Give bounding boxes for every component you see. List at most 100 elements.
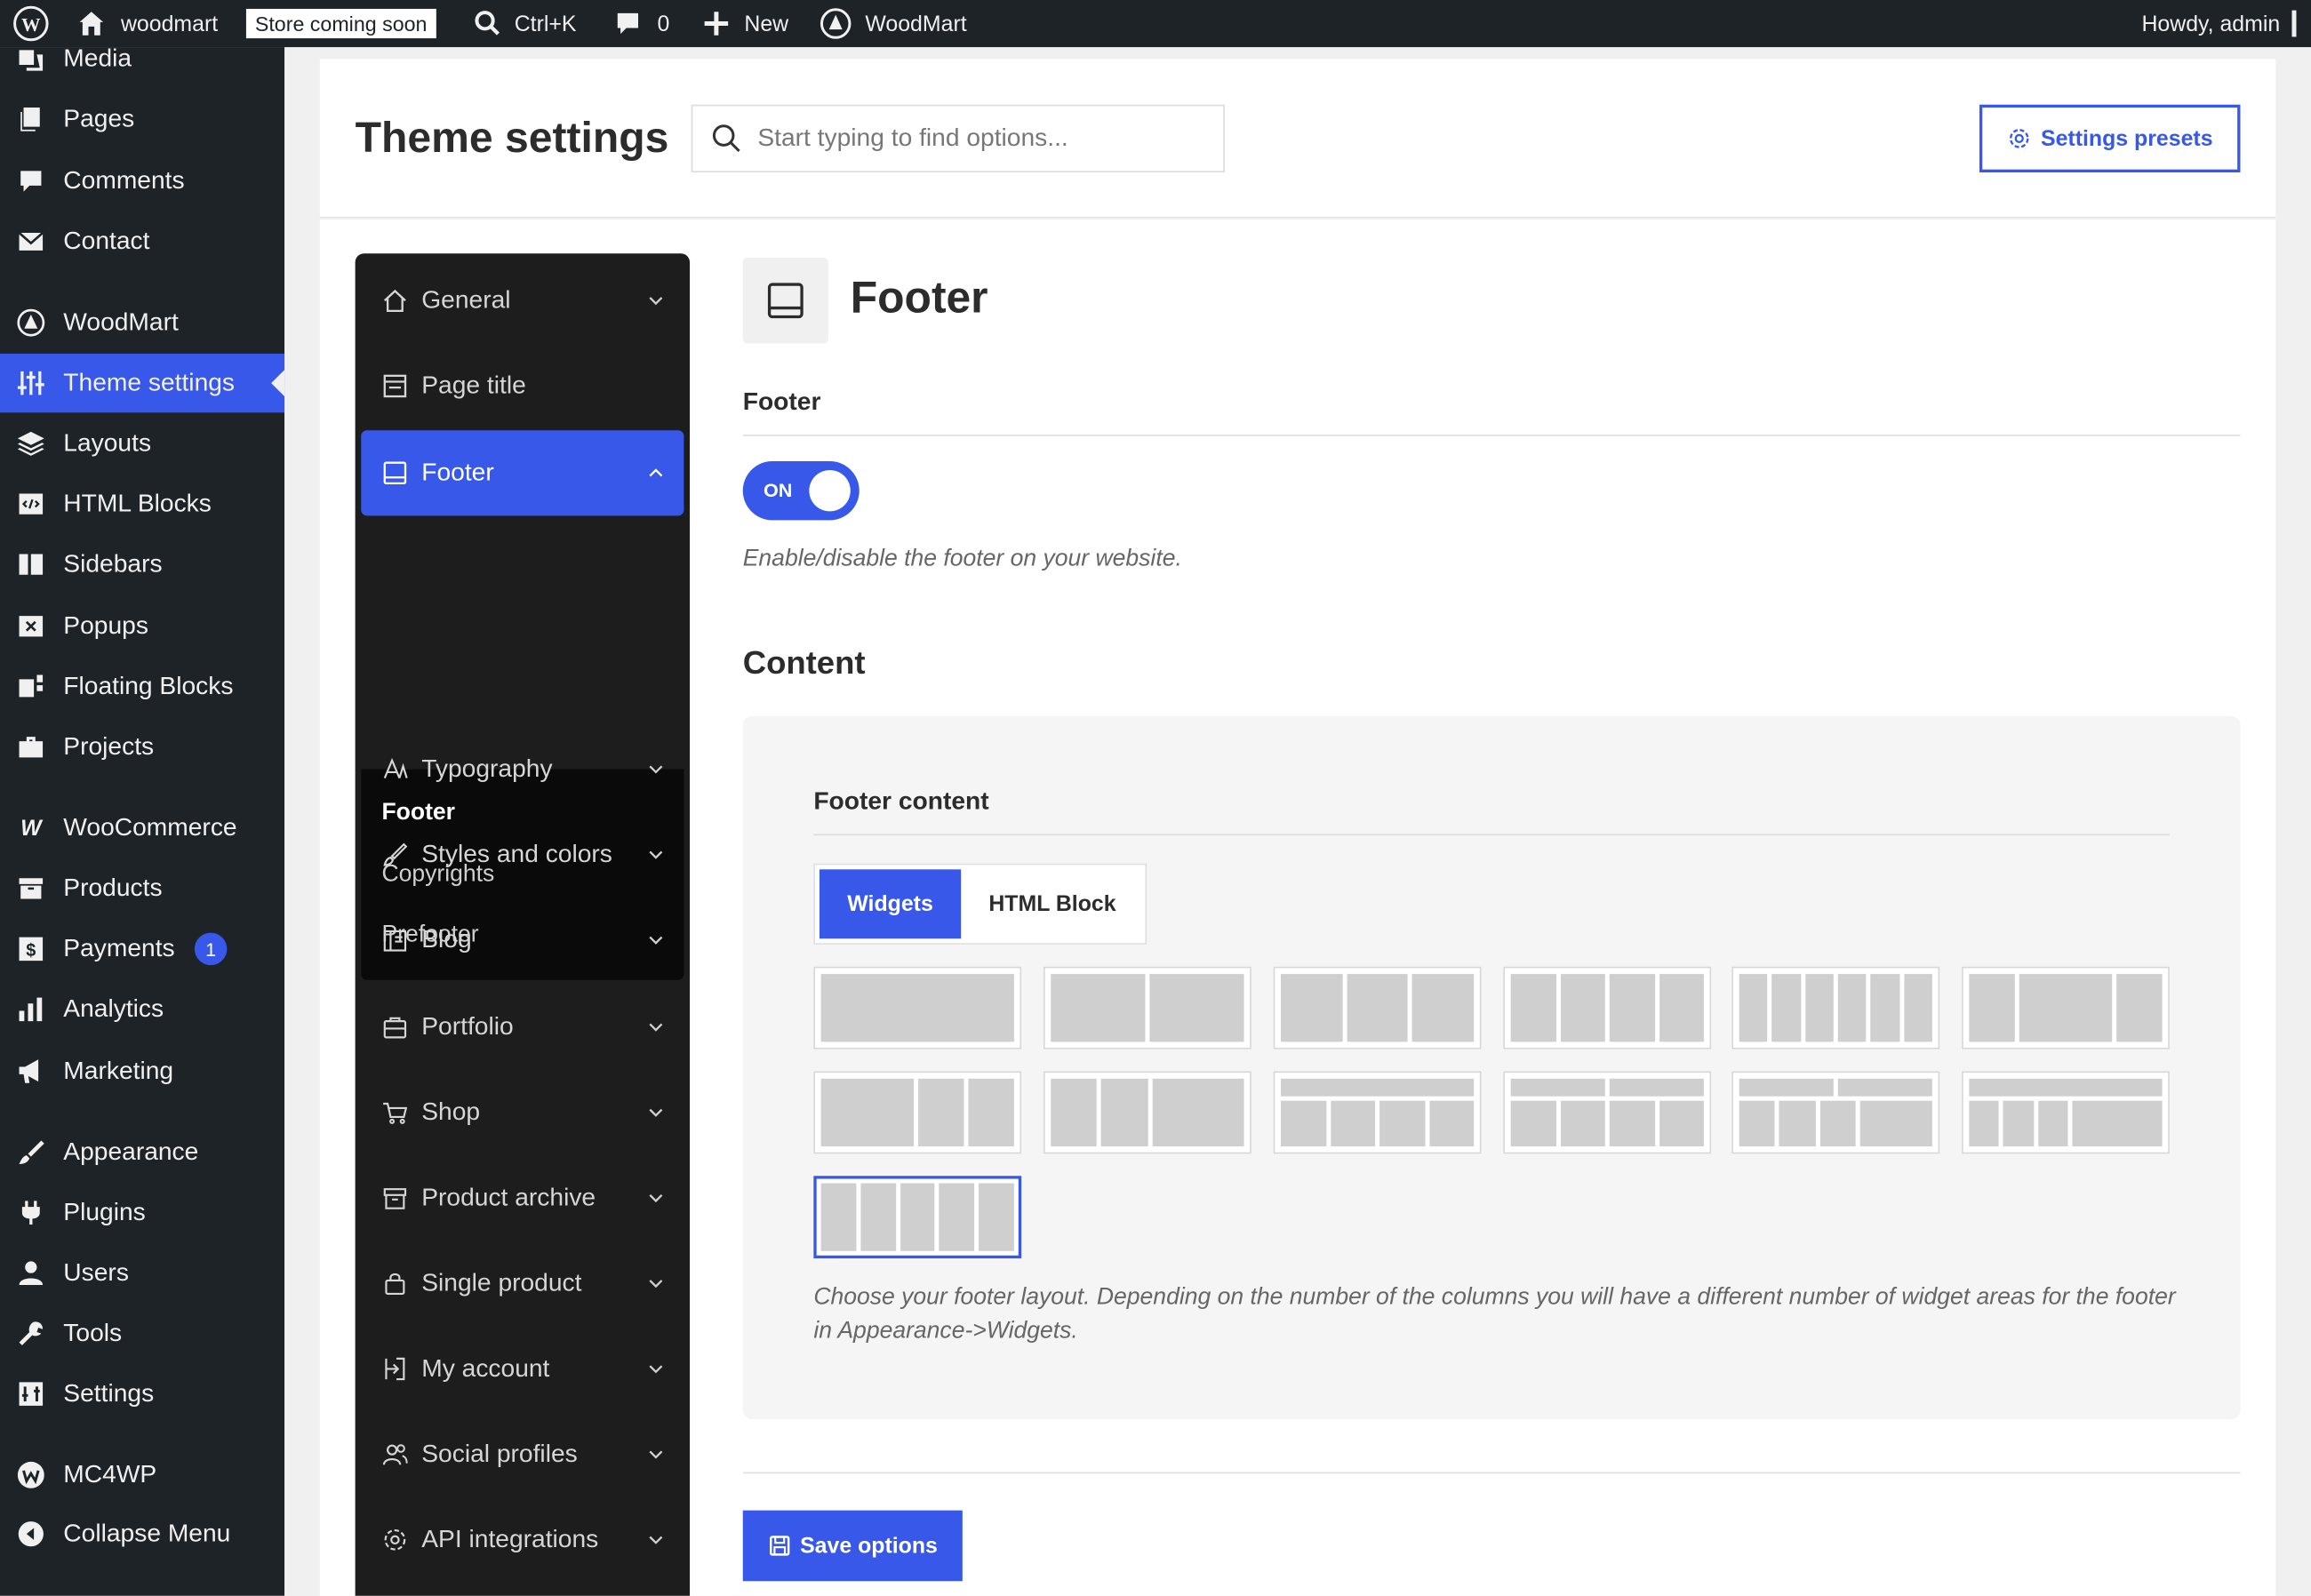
mc4wp-icon <box>15 1460 47 1489</box>
menu-item-payments[interactable]: $ Payments 1 <box>0 920 284 978</box>
nav-item-single-product[interactable]: Single product <box>361 1241 684 1326</box>
menu-item-media[interactable]: Media <box>0 29 284 88</box>
chevron-down-icon[interactable] <box>649 1447 664 1462</box>
nav-item-portfolio[interactable]: Portfolio <box>361 985 684 1070</box>
comments-link[interactable]: 0 <box>613 0 670 47</box>
menu-item-pages[interactable]: Pages <box>0 90 284 148</box>
menu-item-floating-blocks[interactable]: Floating Blocks <box>0 658 284 716</box>
chevron-down-icon[interactable] <box>649 1533 664 1548</box>
menu-item-projects[interactable]: Projects <box>0 718 284 777</box>
footer-layout-option[interactable] <box>1044 966 1251 1049</box>
footer-layout-option[interactable] <box>1273 966 1482 1049</box>
footer-toggle[interactable]: ON <box>742 461 860 521</box>
tab-html-block[interactable]: HTML Block <box>963 869 1142 938</box>
cart-icon <box>381 1099 408 1126</box>
footer-layout-option[interactable] <box>1503 1071 1712 1154</box>
nav-item-label: Styles and colors <box>421 840 612 868</box>
chevron-down-icon[interactable] <box>649 293 664 308</box>
chevron-down-icon[interactable] <box>649 1276 664 1291</box>
woo-icon: W <box>15 813 47 842</box>
nav-item-typography[interactable]: Typography <box>361 726 684 811</box>
footer-icon <box>381 459 408 486</box>
section-title: Footer <box>850 274 988 323</box>
options-search-input[interactable] <box>757 124 1200 154</box>
menu-item-contact[interactable]: Contact <box>0 212 284 271</box>
nav-item-shop[interactable]: Shop <box>361 1070 684 1155</box>
footer-content-tabs: Widgets HTML Block <box>813 863 1148 945</box>
chevron-down-icon[interactable] <box>649 1019 664 1034</box>
menu-item-html-blocks[interactable]: HTML Blocks <box>0 475 284 533</box>
layout-column-block <box>1510 1100 1556 1147</box>
layout-column-block <box>900 1183 935 1251</box>
settings-presets-button[interactable]: Settings presets <box>1979 104 2241 173</box>
chevron-down-icon[interactable] <box>649 933 664 948</box>
layout-column-block <box>1379 1100 1425 1147</box>
footer-layout-option[interactable] <box>813 1176 1022 1259</box>
command-search[interactable]: Ctrl+K <box>473 0 577 47</box>
footer-layout-option[interactable] <box>813 966 1022 1049</box>
nav-item-page-title[interactable]: Page title <box>361 343 684 428</box>
footer-layout-option[interactable] <box>813 1071 1022 1154</box>
search-icon <box>692 123 742 155</box>
new-content-link[interactable]: New <box>701 0 788 47</box>
nav-item-footer[interactable]: Footer <box>361 430 684 516</box>
options-search[interactable] <box>691 104 1225 173</box>
layers-icon <box>15 429 47 459</box>
menu-item-settings[interactable]: Settings <box>0 1364 284 1423</box>
layout-column-block <box>1051 974 1146 1042</box>
menu-item-comments[interactable]: Comments <box>0 152 284 211</box>
chevron-down-icon[interactable] <box>649 1361 664 1377</box>
menu-item-sidebars[interactable]: Sidebars <box>0 535 284 594</box>
chevron-up-icon[interactable] <box>649 466 664 481</box>
menu-item-plugins[interactable]: Plugins <box>0 1184 284 1242</box>
layout-column-block <box>1428 1100 1475 1147</box>
footer-layout-option[interactable] <box>1962 1071 2170 1154</box>
save-icon <box>768 1534 792 1558</box>
footer-layout-option[interactable] <box>1273 1071 1482 1154</box>
footer-layout-option[interactable] <box>1962 966 2170 1049</box>
footer-layout-option[interactable] <box>1731 966 1940 1049</box>
menu-item-layouts[interactable]: Layouts <box>0 414 284 473</box>
layout-column-block <box>1739 974 1768 1042</box>
layout-column-block <box>1819 1100 1856 1147</box>
menu-item-analytics[interactable]: Analytics <box>0 980 284 1039</box>
nav-item-blog[interactable]: Blog <box>361 898 684 983</box>
menu-item-appearance[interactable]: Appearance <box>0 1123 284 1182</box>
footer-layout-option[interactable] <box>1044 1071 1251 1154</box>
footer-layout-option[interactable] <box>1503 966 1712 1049</box>
chevron-down-icon[interactable] <box>649 847 664 862</box>
menu-item-label: Sidebars <box>63 549 163 579</box>
nav-item-my-account[interactable]: My account <box>361 1326 684 1411</box>
menu-item-popups[interactable]: Popups <box>0 597 284 656</box>
my-account-link[interactable]: Howdy, admin <box>2141 0 2297 47</box>
layout-column-block <box>1969 1100 2000 1147</box>
save-options-button[interactable]: Save options <box>742 1510 963 1582</box>
menu-item-marketing[interactable]: Marketing <box>0 1041 284 1100</box>
chevron-down-icon[interactable] <box>649 1105 664 1121</box>
menu-item-mc4wp[interactable]: MC4WP <box>0 1446 284 1504</box>
nav-item-api-integrations[interactable]: API integrations <box>361 1497 684 1583</box>
avatar <box>2291 10 2297 37</box>
page-title-icon <box>381 373 408 400</box>
chevron-down-icon[interactable] <box>649 1191 664 1206</box>
nav-item-styles-and-colors[interactable]: Styles and colors <box>361 812 684 898</box>
menu-item-theme-settings[interactable]: Theme settings <box>0 353 285 413</box>
menu-item-label: Pages <box>63 104 135 133</box>
nav-item-label: Shop <box>421 1097 481 1126</box>
menu-item-woodmart[interactable]: WoodMart <box>0 293 284 352</box>
menu-item-tools[interactable]: Tools <box>0 1305 284 1363</box>
menu-item-users[interactable]: Users <box>0 1244 284 1303</box>
footer-layout-option[interactable] <box>1731 1071 1940 1154</box>
nav-item-product-archive[interactable]: Product archive <box>361 1155 684 1241</box>
tab-widgets[interactable]: Widgets <box>819 869 962 939</box>
woodmart-admin-link[interactable]: WoodMart <box>820 0 967 47</box>
nav-item-social-profiles[interactable]: Social profiles <box>361 1412 684 1497</box>
menu-item-collapse-menu[interactable]: Collapse Menu <box>0 1504 284 1563</box>
layout-column-block <box>1609 1078 1704 1097</box>
chevron-down-icon[interactable] <box>649 762 664 777</box>
menu-item-products[interactable]: Products <box>0 859 284 918</box>
comments-count: 0 <box>657 11 670 36</box>
menu-item-woocommerce[interactable]: W WooCommerce <box>0 799 284 858</box>
nav-item-general[interactable]: General <box>361 258 684 343</box>
archive-icon <box>15 874 47 903</box>
